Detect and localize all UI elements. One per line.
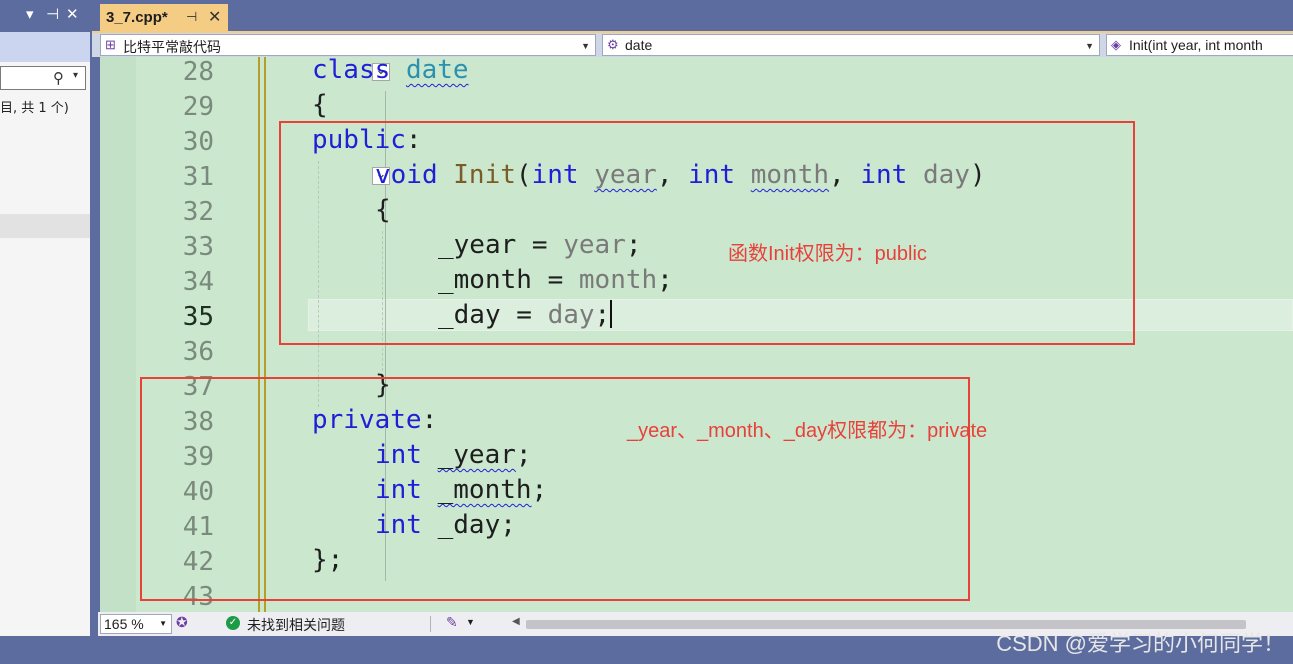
code-line[interactable]: { [312, 88, 328, 122]
annotation-box-public [279, 121, 1135, 345]
project-dropdown[interactable]: ⊞ 比特平常敲代码 ▼ [100, 34, 596, 56]
scope-name: date [625, 37, 653, 53]
code-editor[interactable]: ⌄ ⌄ 28 29 30 31 32 33 34 35 36 37 38 39 … [100, 57, 1293, 612]
panel-divider [0, 214, 90, 238]
chevron-down-icon: ▼ [1085, 41, 1094, 51]
tab-label: 3_7.cpp* [106, 9, 168, 26]
pin-icon[interactable]: ⊣ [186, 9, 197, 25]
member-dropdown[interactable]: ◈ Init(int year, int month [1106, 34, 1293, 56]
annotation-private-text: _year、_month、_day权限都为：private [627, 420, 988, 442]
method-icon: ◈ [1111, 37, 1121, 52]
search-icon[interactable]: ⚲ [53, 69, 64, 87]
project-name: 比特平常敲代码 [123, 39, 221, 55]
chevron-down-icon: ▼ [159, 619, 167, 628]
search-status-text: 目, 共 1 个) [0, 101, 69, 116]
status-separator [430, 616, 431, 632]
zoom-dropdown[interactable]: 165 % ▼ [100, 614, 172, 634]
solution-explorer-panel: ▾ ⊣ ✕ ⚲ ▾ 目, 共 1 个) [0, 0, 92, 636]
close-icon[interactable]: ✕ [66, 5, 79, 23]
issues-status[interactable]: 未找到相关问题 [247, 615, 345, 635]
panel-title-bar: ▾ ⊣ ✕ [0, 0, 90, 32]
indicator-margin [100, 57, 136, 612]
line-number: 28 [182, 57, 214, 87]
search-input[interactable]: ⚲ ▾ [0, 66, 86, 90]
document-tab-bar: 3_7.cpp* ⊣ ✕ [92, 0, 1293, 32]
line-number: 33 [182, 232, 214, 262]
project-icon: ⊞ [105, 37, 116, 52]
class-icon: ⚙ [607, 37, 619, 52]
line-number: 35 [182, 302, 214, 332]
chevron-down-icon: ▼ [581, 41, 590, 51]
line-number: 30 [182, 127, 214, 157]
panel-toolbar [0, 32, 90, 62]
intellicode-icon[interactable]: ✪ [176, 614, 188, 631]
close-icon[interactable]: ✕ [208, 7, 221, 27]
tab-3-7-cpp[interactable]: 3_7.cpp* ⊣ ✕ [100, 4, 228, 32]
line-number: 32 [182, 197, 214, 227]
chevron-down-icon[interactable]: ▾ [26, 5, 34, 23]
zoom-level: 165 % [104, 616, 144, 632]
annotation-box-private [140, 377, 970, 601]
navigation-bar: ⊞ 比特平常敲代码 ▼ ⚙ date ▼ ◈ Init(int year, in… [92, 33, 1293, 57]
chevron-down-icon[interactable]: ▼ [466, 617, 475, 627]
code-line[interactable]: class date [312, 57, 469, 87]
line-number: 29 [182, 92, 214, 122]
scope-dropdown[interactable]: ⚙ date ▼ [602, 34, 1100, 56]
line-number: 34 [182, 267, 214, 297]
chevron-down-icon[interactable]: ▾ [73, 70, 78, 81]
line-number: 36 [182, 337, 214, 367]
pin-icon[interactable]: ⊣ [46, 5, 59, 23]
code-cleanup-icon[interactable]: ✎ [446, 614, 458, 631]
watermark: CSDN @爱学习的小何同学！ [996, 631, 1285, 656]
line-number: 31 [182, 162, 214, 192]
annotation-public-text: 函数Init权限为：public [728, 243, 927, 265]
member-name: Init(int year, int month [1129, 37, 1263, 53]
scroll-left-icon[interactable]: ◀ [512, 616, 520, 627]
check-circle-icon: ✓ [226, 616, 240, 630]
